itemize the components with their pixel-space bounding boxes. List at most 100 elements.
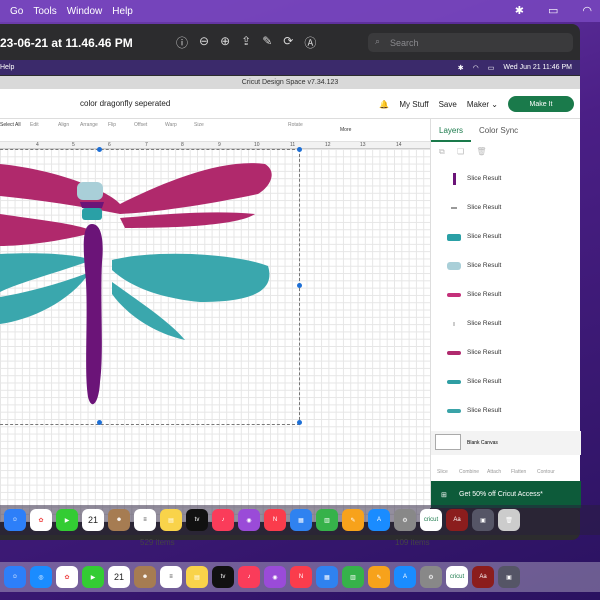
- selection-handle[interactable]: [297, 420, 302, 425]
- photos-icon[interactable]: ✿: [56, 566, 78, 588]
- bluetooth-icon[interactable]: ✱: [515, 4, 524, 17]
- reminders-icon[interactable]: ≡: [160, 566, 182, 588]
- system-preferences-icon[interactable]: ⚙: [420, 566, 442, 588]
- attach-button[interactable]: Attach: [487, 469, 501, 475]
- app-header: color dragonfly seperated 🔔 My Stuff Sav…: [0, 89, 580, 119]
- system-preferences-icon[interactable]: ⚙: [394, 509, 416, 531]
- my-stuff-button[interactable]: My Stuff: [399, 100, 428, 109]
- more-button[interactable]: More: [340, 127, 351, 133]
- selection-handle[interactable]: [97, 147, 102, 152]
- menu-help[interactable]: Help: [112, 6, 133, 17]
- tv-icon[interactable]: tv: [186, 509, 208, 531]
- layer-thumbnail: [447, 293, 461, 297]
- preview-search[interactable]: ⌕ Search: [368, 33, 573, 52]
- contacts-icon[interactable]: ☻: [134, 566, 156, 588]
- selection-box[interactable]: [0, 149, 300, 425]
- contacts-icon[interactable]: ☻: [108, 509, 130, 531]
- finder-icon[interactable]: ☺: [4, 566, 26, 588]
- notes-icon[interactable]: ▤: [160, 509, 182, 531]
- layers-panel: Layers Color Sync ⧉ ❏ 🗑 Slice Result Sli…: [430, 119, 581, 508]
- tab-layers[interactable]: Layers: [431, 119, 472, 142]
- tv-icon[interactable]: tv: [212, 566, 234, 588]
- menu-window[interactable]: Window: [67, 6, 103, 17]
- align-button[interactable]: Align: [58, 122, 69, 128]
- selection-handle[interactable]: [97, 420, 102, 425]
- contour-button[interactable]: Contour: [537, 469, 555, 475]
- layer-item[interactable]: Slice Result: [431, 397, 581, 426]
- facetime-icon[interactable]: ▶: [56, 509, 78, 531]
- duplicate-icon[interactable]: ❏: [457, 147, 464, 156]
- rotate-icon[interactable]: ⟳: [283, 34, 293, 51]
- numbers-icon[interactable]: ▥: [342, 566, 364, 588]
- select-all-button[interactable]: Select All: [0, 122, 21, 128]
- app-store-icon[interactable]: A: [394, 566, 416, 588]
- layer-item[interactable]: Slice Result: [431, 339, 581, 368]
- layer-item[interactable]: Slice Result: [431, 310, 581, 339]
- layer-item[interactable]: Slice Result: [431, 368, 581, 397]
- safari-icon[interactable]: ◎: [30, 566, 52, 588]
- design-canvas[interactable]: 4 5 6 7 8 9 10 11 12 13 14: [0, 142, 430, 522]
- info-icon[interactable]: ⓘ: [176, 34, 188, 51]
- facetime-icon[interactable]: ▶: [82, 566, 104, 588]
- zoom-out-icon[interactable]: ⊖: [199, 34, 209, 51]
- preview-app-icon[interactable]: ▣: [472, 509, 494, 531]
- cricut-icon[interactable]: cricut: [420, 509, 442, 531]
- dictionary-icon[interactable]: Aa: [446, 509, 468, 531]
- app-store-icon[interactable]: A: [368, 509, 390, 531]
- markup-icon[interactable]: ✎: [262, 34, 272, 51]
- annotate-icon[interactable]: Ⓐ: [304, 34, 316, 51]
- wifi-icon[interactable]: ◠: [582, 4, 592, 17]
- inner-menu-help[interactable]: Help: [0, 64, 14, 71]
- battery-icon[interactable]: ▭: [548, 4, 558, 17]
- numbers-icon[interactable]: ▥: [316, 509, 338, 531]
- podcasts-icon[interactable]: ◉: [264, 566, 286, 588]
- warp-button[interactable]: Warp: [165, 122, 177, 128]
- music-icon[interactable]: ♪: [212, 509, 234, 531]
- reminders-icon[interactable]: ≡: [134, 509, 156, 531]
- combine-button[interactable]: Combine: [459, 469, 479, 475]
- zoom-in-icon[interactable]: ⊕: [220, 34, 230, 51]
- layer-item[interactable]: Slice Result: [431, 281, 581, 310]
- offset-button[interactable]: Offset: [134, 122, 147, 128]
- music-icon[interactable]: ♪: [238, 566, 260, 588]
- layer-item[interactable]: Slice Result: [431, 223, 581, 252]
- menu-go[interactable]: Go: [10, 6, 23, 17]
- edit-button[interactable]: Edit: [30, 122, 39, 128]
- slice-button[interactable]: Slice: [437, 469, 448, 475]
- calendar-icon[interactable]: 21: [108, 566, 130, 588]
- bell-icon[interactable]: 🔔: [379, 100, 389, 109]
- selection-handle[interactable]: [297, 283, 302, 288]
- calendar-icon[interactable]: 21: [82, 509, 104, 531]
- machine-select[interactable]: Maker ⌄: [467, 100, 498, 109]
- finder-icon[interactable]: ☺: [4, 509, 26, 531]
- pages-icon[interactable]: ✎: [342, 509, 364, 531]
- layer-item[interactable]: Slice Result: [431, 165, 581, 194]
- save-button[interactable]: Save: [439, 100, 457, 109]
- notes-icon[interactable]: ▤: [186, 566, 208, 588]
- pages-icon[interactable]: ✎: [368, 566, 390, 588]
- delete-icon[interactable]: 🗑: [476, 147, 486, 156]
- podcasts-icon[interactable]: ◉: [238, 509, 260, 531]
- layer-item[interactable]: Slice Result: [431, 252, 581, 281]
- tab-color-sync[interactable]: Color Sync: [471, 119, 526, 142]
- cricut-icon[interactable]: cricut: [446, 566, 468, 588]
- access-promo-banner[interactable]: ⊞ Get 50% off Cricut Access*: [431, 481, 581, 508]
- blank-canvas-layer[interactable]: Blank Canvas: [431, 431, 581, 455]
- menu-tools[interactable]: Tools: [33, 6, 56, 17]
- arrange-button[interactable]: Arrange: [80, 122, 98, 128]
- dictionary-icon[interactable]: Aa: [472, 566, 494, 588]
- layer-item[interactable]: Slice Result: [431, 194, 581, 223]
- share-icon[interactable]: ⇪: [241, 34, 251, 51]
- trash-icon[interactable]: 🗑: [498, 509, 520, 531]
- keynote-icon[interactable]: ▦: [290, 509, 312, 531]
- make-it-button[interactable]: Make It: [508, 96, 574, 112]
- flatten-button[interactable]: Flatten: [511, 469, 526, 475]
- ungroup-icon[interactable]: ⧉: [439, 147, 445, 156]
- keynote-icon[interactable]: ▦: [316, 566, 338, 588]
- selection-handle[interactable]: [297, 147, 302, 152]
- preview-app-icon[interactable]: ▣: [498, 566, 520, 588]
- flip-button[interactable]: Flip: [108, 122, 116, 128]
- news-icon[interactable]: N: [264, 509, 286, 531]
- photos-icon[interactable]: ✿: [30, 509, 52, 531]
- news-icon[interactable]: N: [290, 566, 312, 588]
